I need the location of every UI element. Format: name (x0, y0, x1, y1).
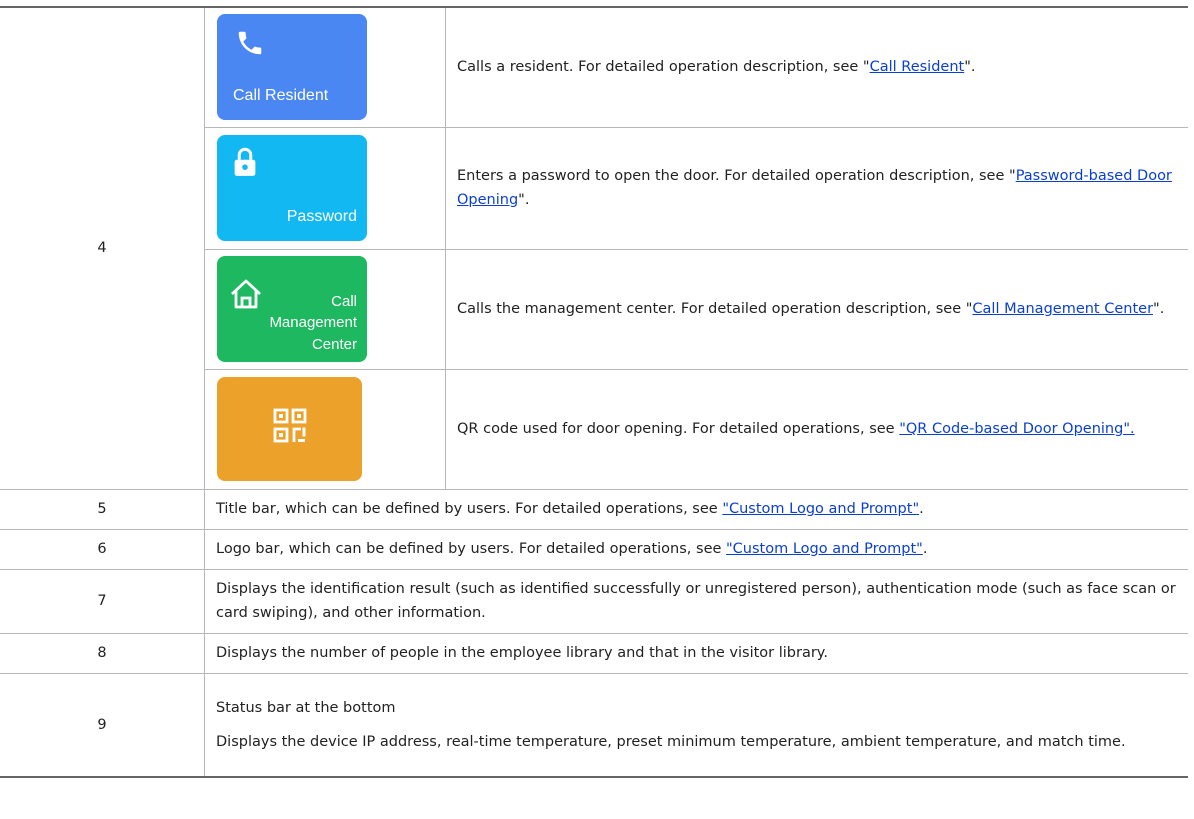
lock-icon (234, 147, 256, 176)
phone-icon (238, 32, 262, 55)
row-number-cell: 8 (0, 632, 205, 674)
description-cell: Status bar at the bottom Displays the de… (204, 672, 1188, 778)
description-cell: QR code used for door opening. For detai… (445, 368, 1188, 490)
row-number: 6 (97, 541, 107, 557)
table-row: 9 Status bar at the bottom Displays the … (0, 672, 1188, 778)
table-row: 5 Title bar, which can be defined by use… (0, 488, 1188, 530)
table-row: 6 Logo bar, which can be defined by user… (0, 528, 1188, 570)
row-number: 7 (97, 593, 107, 609)
description-cell: Calls a resident. For detailed operation… (445, 6, 1188, 128)
description-table: 4 Call Resident Calls a resident. For de… (0, 6, 1188, 778)
row-number-cell: 4 (0, 6, 205, 490)
call-resident-tile: Call Resident (217, 14, 367, 121)
description-text: Displays the number of people in the emp… (216, 645, 828, 661)
qr-code-door-opening-link[interactable]: "QR Code-based Door Opening". (899, 421, 1134, 437)
description-text: Enters a password to open the door. For … (457, 168, 1016, 184)
icon-cell: Call Management Center (204, 248, 446, 370)
row-number-cell: 9 (0, 672, 205, 778)
row-number-cell: 6 (0, 528, 205, 570)
tile-label: Password (286, 208, 357, 225)
icon-cell (204, 368, 446, 490)
qr-code-tile (217, 377, 362, 481)
description-text: QR code used for door opening. For detai… (457, 421, 900, 437)
row-number: 9 (97, 716, 107, 733)
description-tail: ". (1153, 301, 1165, 317)
tile-label-line3: Center (311, 336, 357, 353)
description-text: Calls the management center. For detaile… (457, 301, 973, 317)
description-tail: . (922, 541, 928, 557)
icon-cell: Password (204, 126, 446, 250)
row-number: 8 (97, 645, 107, 661)
description-tail: . (919, 501, 924, 517)
description-cell: Logo bar, which can be defined by users.… (204, 528, 1188, 570)
icon-cell: Call Resident (204, 6, 446, 128)
description-text: Displays the identification result (such… (216, 581, 1176, 621)
description-tail: ". (518, 192, 530, 208)
qr-code-icon (273, 408, 307, 443)
call-management-center-tile: Call Management Center (217, 256, 367, 362)
description-text: Calls a resident. For detailed operation… (457, 59, 870, 76)
custom-logo-prompt-link[interactable]: "Custom Logo and Prompt" (726, 541, 923, 557)
tile-label-line2: Management (269, 314, 357, 331)
status-bar-description: Displays the device IP address, real-tim… (216, 733, 1126, 750)
description-cell: Calls the management center. For detaile… (445, 248, 1188, 370)
call-resident-link[interactable]: Call Resident (870, 59, 965, 75)
row-number: 4 (97, 240, 107, 257)
description-cell: Displays the number of people in the emp… (204, 632, 1188, 674)
description-cell: Title bar, which can be defined by users… (204, 488, 1188, 530)
home-icon (231, 279, 261, 309)
description-cell: Enters a password to open the door. For … (445, 126, 1188, 250)
description-table-container: 4 Call Resident Calls a resident. For de… (0, 6, 1188, 778)
tile-label: Call Resident (233, 87, 329, 105)
status-bar-heading: Status bar at the bottom (216, 699, 396, 716)
description-text: Title bar, which can be defined by users… (216, 501, 723, 517)
row-number-cell: 7 (0, 568, 205, 634)
row-number: 5 (97, 501, 107, 517)
custom-logo-prompt-link[interactable]: "Custom Logo and Prompt" (722, 501, 919, 517)
row-number-cell: 5 (0, 488, 205, 530)
table-row: 4 Call Resident Calls a resident. For de… (0, 6, 1188, 490)
table-row: 8 Displays the number of people in the e… (0, 632, 1188, 674)
description-text: Logo bar, which can be defined by users.… (216, 541, 727, 557)
call-management-center-link[interactable]: Call Management Center (972, 301, 1153, 317)
password-tile: Password (217, 135, 367, 241)
table-row: 7 Displays the identification result (su… (0, 568, 1188, 634)
description-cell: Displays the identification result (such… (204, 568, 1188, 634)
description-tail: ". (964, 59, 976, 76)
